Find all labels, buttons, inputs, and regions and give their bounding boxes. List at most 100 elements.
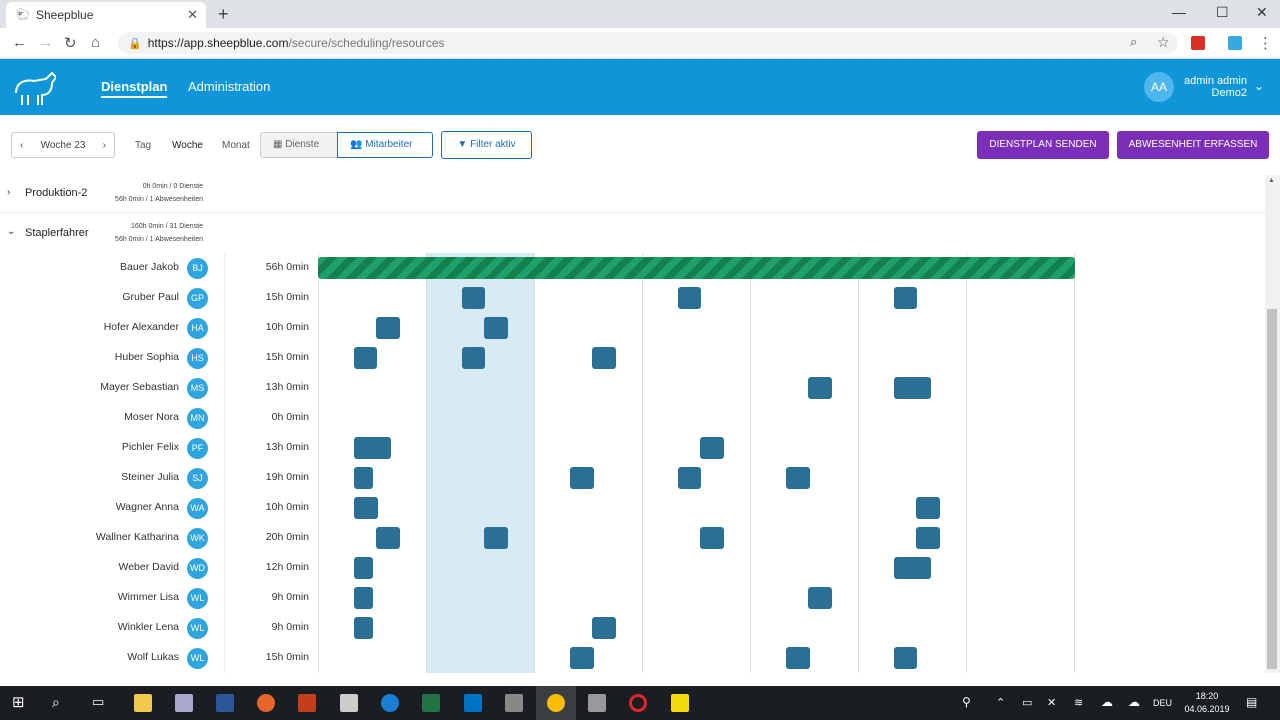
firefox-icon[interactable] (257, 694, 275, 712)
edge-icon[interactable] (381, 694, 399, 712)
sheep-logo-icon[interactable] (12, 67, 56, 107)
forward-icon[interactable]: → (38, 34, 53, 51)
shift-block[interactable] (354, 347, 377, 369)
shift-block[interactable] (354, 587, 373, 609)
sheepblue-extension-icon[interactable] (1228, 36, 1242, 50)
shift-block[interactable] (894, 287, 917, 309)
app-icon[interactable] (175, 694, 193, 712)
send-schedule-button[interactable]: DIENSTPLAN SENDEN (977, 131, 1109, 159)
people-icon[interactable]: ⚲ (962, 695, 971, 709)
employee-row[interactable]: Bauer Jakob BJ 56h 0min (0, 253, 1265, 283)
employee-row[interactable]: Wagner Anna WA 10h 0min (0, 493, 1265, 523)
shift-block[interactable] (354, 557, 373, 579)
chevron-down-icon[interactable]: ⌄ (1254, 79, 1264, 93)
shift-block[interactable] (700, 527, 724, 549)
employee-row[interactable]: Mayer Sebastian MS 13h 0min (0, 373, 1265, 403)
employee-avatar[interactable]: GP (187, 288, 208, 309)
group-row-produktion[interactable]: › Produktion-2 0h 0min / 0 Dienste 56h 0… (0, 175, 1265, 213)
employee-avatar[interactable]: WL (187, 648, 208, 669)
filter-button[interactable]: ▼ Filter aktiv (441, 131, 532, 159)
employee-row[interactable]: Hofer Alexander HA 10h 0min (0, 313, 1265, 343)
employee-row[interactable]: Gruber Paul GP 15h 0min (0, 283, 1265, 313)
shift-block[interactable] (592, 617, 616, 639)
store-icon[interactable] (340, 694, 358, 712)
employee-row[interactable]: Weber David WD 12h 0min (0, 553, 1265, 583)
avatar[interactable]: AA (1144, 72, 1174, 102)
shift-block[interactable] (484, 317, 508, 339)
app-icon[interactable] (588, 694, 606, 712)
shift-block[interactable] (354, 497, 378, 519)
volume-icon[interactable]: ✕ (1047, 696, 1056, 709)
chevron-up-icon[interactable]: ⌃ (996, 696, 1005, 709)
task-view-icon[interactable]: ▭ (92, 694, 110, 712)
onedrive-icon[interactable]: ☁ (1128, 695, 1140, 709)
shift-block[interactable] (894, 647, 917, 669)
outlook-icon[interactable] (464, 694, 482, 712)
nav-administration[interactable]: Administration (188, 79, 270, 94)
shift-block[interactable] (592, 347, 616, 369)
chevron-right-icon[interactable]: › (103, 140, 106, 151)
shift-block[interactable] (376, 527, 400, 549)
shift-block[interactable] (354, 617, 373, 639)
employee-avatar[interactable]: WA (187, 498, 208, 519)
powerpoint-icon[interactable] (298, 694, 316, 712)
home-icon[interactable]: ⌂ (91, 34, 100, 51)
employee-avatar[interactable]: BJ (187, 258, 208, 279)
shift-block[interactable] (376, 317, 400, 339)
employee-row[interactable]: Wolf Lukas WL 15h 0min (0, 643, 1265, 673)
search-icon[interactable]: ⌕ (52, 694, 70, 712)
dienste-toggle[interactable]: ▦ Dienste (260, 132, 338, 158)
bookmark-star-icon[interactable]: ☆ (1157, 34, 1170, 51)
close-window-icon[interactable]: ✕ (1256, 4, 1268, 21)
employee-row[interactable]: Wimmer Lisa WL 9h 0min (0, 583, 1265, 613)
nav-dienstplan[interactable]: Dienstplan (101, 79, 168, 98)
app-icon[interactable] (505, 694, 523, 712)
file-explorer-icon[interactable] (134, 694, 152, 712)
user-menu[interactable]: admin admin Demo2 (1184, 75, 1247, 99)
chrome-icon[interactable] (547, 694, 565, 712)
chevron-down-icon[interactable]: ⌄ (7, 226, 15, 237)
employee-avatar[interactable]: WK (187, 528, 208, 549)
browser-tab[interactable]: 🐑 Sheepblue ✕ (6, 2, 206, 28)
shift-block[interactable] (894, 557, 931, 579)
scrollbar[interactable]: ▲ (1265, 175, 1280, 673)
url-field[interactable]: 🔒 https://app.sheepblue.com/secure/schedu… (118, 32, 1178, 54)
shift-block[interactable] (786, 467, 810, 489)
shift-block[interactable] (916, 497, 940, 519)
menu-icon[interactable]: ⋮ (1258, 34, 1273, 52)
reload-icon[interactable]: ↻ (64, 34, 77, 52)
word-icon[interactable] (216, 694, 234, 712)
shift-block[interactable] (570, 467, 594, 489)
shift-block[interactable] (700, 437, 724, 459)
scroll-thumb[interactable] (1267, 309, 1277, 669)
language-indicator[interactable]: DEU (1153, 698, 1172, 708)
employee-avatar[interactable]: PF (187, 438, 208, 459)
new-tab-icon[interactable]: + (218, 4, 229, 25)
shift-block[interactable] (484, 527, 508, 549)
sticky-notes-icon[interactable] (671, 694, 689, 712)
shift-block[interactable] (570, 647, 594, 669)
employee-avatar[interactable]: WL (187, 588, 208, 609)
shift-block[interactable] (808, 587, 832, 609)
absence-bar[interactable] (318, 257, 1075, 279)
notifications-icon[interactable]: ▤ (1246, 695, 1257, 709)
employee-avatar[interactable]: MN (187, 408, 208, 429)
shift-block[interactable] (808, 377, 832, 399)
extension-icon[interactable] (1191, 36, 1205, 50)
view-woche[interactable]: Woche (172, 140, 203, 151)
view-monat[interactable]: Monat (222, 140, 250, 151)
shift-block[interactable] (916, 527, 940, 549)
employee-avatar[interactable]: HS (187, 348, 208, 369)
opera-icon[interactable] (629, 694, 647, 712)
back-icon[interactable]: ← (12, 34, 27, 51)
chevron-left-icon[interactable]: ‹ (20, 140, 23, 151)
shift-block[interactable] (786, 647, 810, 669)
wifi-icon[interactable]: ≋ (1074, 696, 1083, 709)
record-absence-button[interactable]: ABWESENHEIT ERFASSEN (1117, 131, 1269, 159)
clock[interactable]: 18:20 04.06.2019 (1180, 690, 1234, 716)
employee-row[interactable]: Winkler Lena WL 9h 0min (0, 613, 1265, 643)
mitarbeiter-toggle[interactable]: 👥 Mitarbeiter (337, 132, 433, 158)
chevron-right-icon[interactable]: › (7, 187, 10, 198)
employee-avatar[interactable]: SJ (187, 468, 208, 489)
employee-row[interactable]: Steiner Julia SJ 19h 0min (0, 463, 1265, 493)
